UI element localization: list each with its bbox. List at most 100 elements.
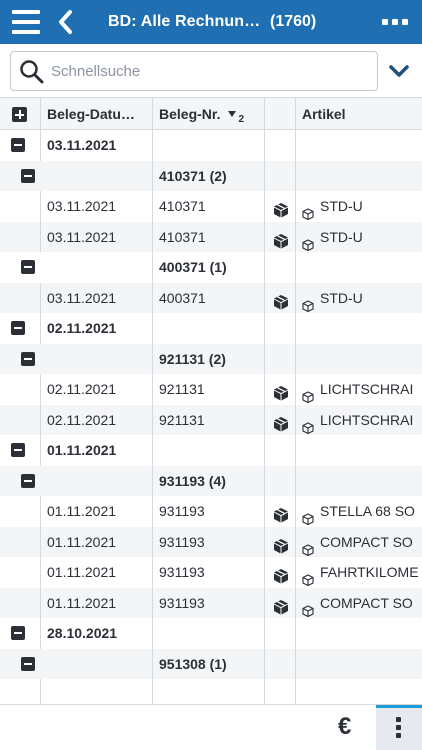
article-box-icon: [302, 383, 314, 404]
subgroup-toggle-cell[interactable]: [0, 161, 41, 192]
article-wrapper: COMPACT SO: [302, 527, 422, 557]
group-row-number[interactable]: 931193 (4): [0, 465, 422, 497]
table-row[interactable]: 01.11.2021 931193 STELLA 68 SO: [0, 496, 422, 527]
subgroup-toggle-cell[interactable]: [0, 252, 41, 283]
table-row[interactable]: 03.11.2021 410371 STD-U: [0, 191, 422, 222]
group-row-date[interactable]: 03.11.2021: [0, 130, 422, 161]
collapse-icon[interactable]: [11, 626, 25, 640]
more-options-icon[interactable]: [382, 19, 408, 25]
column-header-number[interactable]: Beleg-Nr. 2: [153, 98, 265, 129]
cell-date: 03.11.2021: [41, 221, 153, 252]
row-indent-cell: [0, 221, 41, 252]
cell-package[interactable]: [265, 191, 296, 222]
search-box[interactable]: [10, 51, 378, 91]
table-row[interactable]: 02.11.2021 921131 LICHTSCHRAI: [0, 374, 422, 405]
euro-icon[interactable]: €: [338, 713, 351, 741]
subgroup-number: 931193 (4): [153, 465, 265, 496]
cell-date: 03.11.2021: [41, 191, 153, 222]
collapse-icon[interactable]: [11, 138, 25, 152]
article-box-icon: [302, 536, 314, 556]
cell-article: LICHTSCHRAI: [296, 374, 422, 405]
group-toggle-cell[interactable]: [0, 618, 41, 649]
package-icon[interactable]: [273, 534, 289, 553]
group-row-date[interactable]: 02.11.2021: [0, 313, 422, 344]
package-icon[interactable]: [273, 381, 289, 401]
subgroup-toggle-cell[interactable]: [0, 466, 41, 497]
cell-package[interactable]: [265, 282, 296, 313]
article-wrapper: FAHRTKILOME: [302, 557, 422, 587]
article-box-icon: [302, 200, 314, 221]
empty-cell: [41, 160, 153, 191]
package-icon[interactable]: [273, 503, 289, 523]
menu-icon[interactable]: [12, 10, 40, 34]
cell-package[interactable]: [265, 557, 296, 588]
table-row[interactable]: 03.11.2021 410371 STD-U: [0, 221, 422, 252]
collapse-icon[interactable]: [11, 321, 25, 335]
group-row-number[interactable]: 410371 (2): [0, 160, 422, 192]
cell-article-value: STELLA 68 SO: [320, 503, 415, 519]
cell-article: COMPACT SO: [296, 588, 422, 619]
row-indent-cell: [0, 557, 41, 588]
cell-package[interactable]: [265, 404, 296, 435]
cell-number: 410371: [153, 221, 265, 252]
cell-package[interactable]: [265, 587, 296, 618]
row-indent-cell: [0, 191, 41, 222]
package-icon[interactable]: [273, 412, 289, 431]
cell-package[interactable]: [265, 526, 296, 557]
group-toggle-cell[interactable]: [0, 130, 41, 161]
table-row[interactable]: 02.11.2021 921131 LICHTSCHRAI: [0, 404, 422, 435]
collapse-icon[interactable]: [21, 351, 35, 366]
cell-date-value: 01.11.2021: [47, 503, 117, 519]
package-icon[interactable]: [273, 564, 289, 584]
empty-cell: [265, 435, 296, 466]
collapse-icon[interactable]: [21, 473, 35, 488]
package-icon[interactable]: [273, 198, 289, 218]
group-date: 02.11.2021: [41, 313, 153, 344]
search-input[interactable]: [51, 52, 371, 90]
table-row[interactable]: 03.11.2021 400371 STD-U: [0, 282, 422, 313]
cell-package[interactable]: [265, 496, 296, 527]
cell-number-value: 921131: [159, 381, 205, 397]
group-row-number[interactable]: 400371 (1): [0, 252, 422, 283]
expand-all-icon[interactable]: [12, 107, 27, 122]
collapse-icon[interactable]: [11, 443, 25, 457]
cell-date-value: 01.11.2021: [47, 533, 117, 550]
group-toggle-cell[interactable]: [0, 435, 41, 466]
collapse-icon[interactable]: [21, 260, 35, 274]
subgroup-number-label: 921131 (2): [159, 350, 226, 367]
empty-cell: [296, 435, 422, 466]
column-header-date[interactable]: Beleg-Datu…: [41, 98, 153, 129]
cell-date-value: 03.11.2021: [47, 289, 117, 306]
cell-article: STELLA 68 SO: [296, 496, 422, 527]
group-row-number[interactable]: 951308 (1): [0, 648, 422, 680]
group-row-date[interactable]: 28.10.2021: [0, 618, 422, 649]
group-row-number[interactable]: 921131 (2): [0, 343, 422, 375]
cell-date: 01.11.2021: [41, 526, 153, 557]
cell-date: 02.11.2021: [41, 404, 153, 435]
group-toggle-cell[interactable]: [0, 313, 41, 344]
more-menu-button[interactable]: [376, 705, 422, 750]
table-row[interactable]: 01.11.2021 931193 COMPACT SO: [0, 526, 422, 557]
expand-all-cell[interactable]: [0, 98, 41, 129]
cell-package[interactable]: [265, 374, 296, 405]
collapse-icon[interactable]: [21, 656, 35, 671]
cell-date: 03.11.2021: [41, 282, 153, 313]
cell-number-value: 400371: [159, 289, 206, 306]
package-icon[interactable]: [273, 229, 289, 248]
column-header-article[interactable]: Artikel: [296, 98, 422, 129]
package-icon[interactable]: [273, 290, 289, 309]
table-row[interactable]: 01.11.2021 931193 FAHRTKILOME: [0, 557, 422, 588]
cell-package[interactable]: [265, 221, 296, 252]
subgroup-toggle-cell[interactable]: [0, 344, 41, 375]
cell-date-value: 03.11.2021: [47, 228, 117, 245]
back-icon[interactable]: [56, 8, 76, 36]
collapse-icon[interactable]: [21, 168, 35, 183]
group-row-date[interactable]: 01.11.2021: [0, 435, 422, 466]
chevron-down-icon[interactable]: [388, 61, 410, 81]
subgroup-toggle-cell[interactable]: [0, 649, 41, 680]
package-icon[interactable]: [273, 595, 289, 614]
group-date: 01.11.2021: [41, 435, 153, 466]
table-row[interactable]: 01.11.2021 931193 COMPACT SO: [0, 587, 422, 619]
row-indent-cell: [0, 526, 41, 557]
cell-number: 410371: [153, 191, 265, 222]
